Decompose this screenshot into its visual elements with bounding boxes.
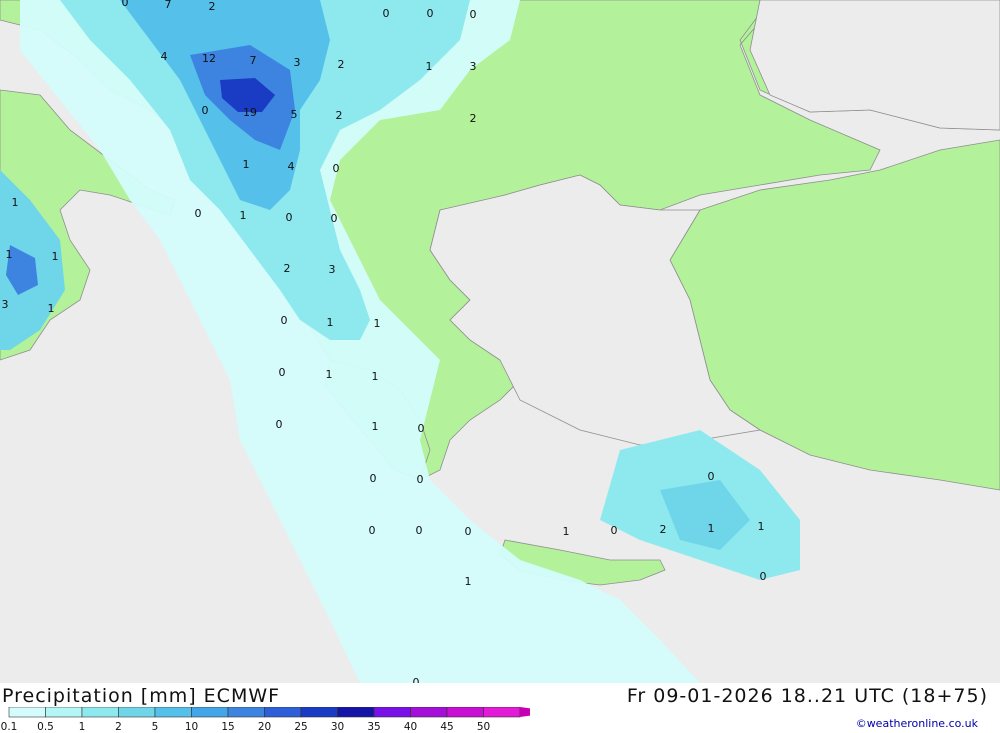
legend-swatch: [8, 707, 46, 718]
map-value: 2: [470, 112, 477, 125]
map-value: 1: [326, 368, 333, 381]
map-value: 1: [372, 370, 379, 383]
map-value: 1: [426, 60, 433, 73]
legend-swatch: [446, 707, 484, 718]
map-value: 2: [660, 523, 667, 536]
map-value: 1: [48, 302, 55, 315]
map-value: 0: [708, 470, 715, 483]
map-value: 3: [294, 56, 301, 69]
legend-swatch: [227, 707, 265, 718]
map-value: 0: [611, 524, 618, 537]
map-value: 1: [465, 575, 472, 588]
map-value: 1: [372, 420, 379, 433]
map-value: 0: [276, 418, 283, 431]
map-value: 0: [195, 207, 202, 220]
map-value: 0: [122, 0, 129, 9]
map-value: 0: [279, 366, 286, 379]
map-value: 0: [202, 104, 209, 117]
legend-swatch: [45, 707, 83, 718]
map-value: 0: [760, 570, 767, 583]
map-value: 4: [288, 160, 295, 173]
legend-arrow: [520, 707, 530, 717]
map-value: 1: [374, 317, 381, 330]
legend-swatch: [300, 707, 338, 718]
credit-link[interactable]: ©weatheronline.co.uk: [856, 717, 978, 730]
legend-tick-label: 2: [115, 721, 122, 733]
map-value: 7: [165, 0, 172, 11]
map-value: 0: [331, 212, 338, 225]
map-value: 2: [284, 262, 291, 275]
legend-tick-label: 15: [221, 721, 234, 733]
map-value: 0: [369, 524, 376, 537]
map-value: 0: [465, 525, 472, 538]
legend-swatch: [81, 707, 119, 718]
map-value: 1: [708, 522, 715, 535]
map-value: 0: [413, 676, 420, 683]
legend-tick-label: 25: [294, 721, 307, 733]
legend-tick-label: 40: [404, 721, 417, 733]
legend-tick-label: 5: [152, 721, 159, 733]
map-value: 0: [416, 524, 423, 537]
map-value: 19: [243, 106, 257, 119]
map-value: 3: [470, 60, 477, 73]
map-value: 0: [333, 162, 340, 175]
map-value: 1: [243, 158, 250, 171]
legend-scale: 0.1 0.5 1 2 5 10 15 20 25 30 35 40 45 50: [1, 707, 530, 733]
map-value: 0: [418, 422, 425, 435]
legend-swatch: [191, 707, 229, 718]
legend-tick-label: 1: [79, 721, 86, 733]
legend-swatch: [373, 707, 411, 718]
map-value: 7: [250, 54, 257, 67]
map-value: 4: [161, 50, 168, 63]
map-value: 5: [291, 108, 298, 121]
map-value: 0: [286, 211, 293, 224]
legend-tick-label: 0.5: [37, 721, 54, 733]
map-value: 0: [417, 473, 424, 486]
map-value: 1: [6, 248, 13, 261]
map-value: 0: [370, 472, 377, 485]
map-value: 0: [470, 8, 477, 21]
legend-tick-label: 50: [477, 721, 490, 733]
map-value: 2: [336, 109, 343, 122]
map-value: 3: [2, 298, 9, 311]
legend-swatch: [410, 707, 448, 718]
map-value: 0: [281, 314, 288, 327]
legend-swatch: [154, 707, 192, 718]
map-value: 0: [383, 7, 390, 20]
map-value: 1: [563, 525, 570, 538]
legend-swatch: [264, 707, 302, 718]
legend-swatch: [118, 707, 156, 718]
chart-title: Precipitation [mm] ECMWF: [2, 685, 281, 707]
map-value: 3: [329, 263, 336, 276]
legend-swatch: [337, 707, 375, 718]
legend-tick-label: 10: [185, 721, 198, 733]
map-value: 1: [52, 250, 59, 263]
map-value: 2: [338, 58, 345, 71]
precipitation-map: 0 7 2 0 0 0 4 12 7 3 2 1 3 0 19 5 2 2 1 …: [0, 0, 1000, 683]
legend-tick-label: 30: [331, 721, 344, 733]
map-value: 1: [240, 209, 247, 222]
map-value: 1: [327, 316, 334, 329]
map-value: 1: [758, 520, 765, 533]
footer-bar: Precipitation [mm] ECMWF Fr 09-01-2026 1…: [0, 683, 1000, 733]
legend-tick-label: 20: [258, 721, 271, 733]
map-value: 1: [12, 196, 19, 209]
map-value: 2: [209, 0, 216, 13]
legend-swatch: [483, 707, 521, 718]
legend-tick-label: 0.1: [1, 721, 18, 733]
legend-tick-label: 45: [440, 721, 453, 733]
map-value: 0: [427, 7, 434, 20]
valid-time: Fr 09-01-2026 18..21 UTC (18+75): [626, 685, 988, 707]
map-value: 12: [202, 52, 216, 65]
legend-tick-label: 35: [367, 721, 380, 733]
